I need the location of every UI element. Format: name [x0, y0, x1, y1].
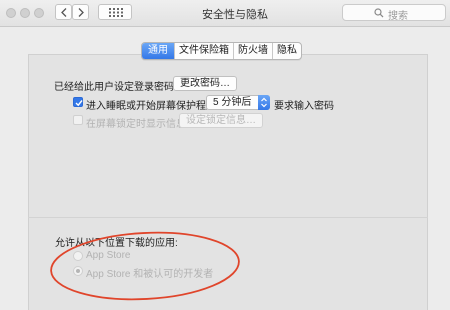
show-all-button[interactable] [98, 4, 132, 20]
title-bar: 安全性与隐私 搜索 [0, 0, 450, 27]
change-password-button[interactable]: 更改密码… [173, 76, 237, 91]
minimize-icon[interactable] [20, 8, 30, 18]
forward-button[interactable] [72, 4, 89, 20]
section-divider [28, 217, 428, 218]
require-password-label: 进入睡眠或开始屏幕保护程序 [86, 101, 216, 112]
require-password-suffix: 要求输入密码 [274, 101, 334, 112]
tab-general[interactable]: 通用 [142, 43, 174, 59]
set-lock-message-button[interactable]: 设定锁定信息… [179, 113, 263, 128]
tab-filevault[interactable]: 文件保险箱 [174, 43, 233, 59]
tab-bar: 通用 文件保险箱 防火墙 隐私 [141, 42, 302, 60]
delay-select-value: 5 分钟后 [213, 97, 252, 108]
lock-message-checkbox[interactable] [73, 115, 83, 125]
annotation-ellipse [50, 231, 240, 301]
chevron-left-icon [61, 8, 67, 17]
back-button[interactable] [55, 4, 72, 20]
search-placeholder: 搜索 [388, 11, 408, 22]
tab-privacy[interactable]: 隐私 [272, 43, 301, 59]
close-icon[interactable] [6, 8, 16, 18]
checkmark-icon [75, 100, 83, 107]
password-set-label: 已经给此用户设定登录密码 [54, 82, 174, 93]
chevron-right-icon [78, 8, 84, 17]
delay-select[interactable]: 5 分钟后 [206, 95, 270, 110]
search-input[interactable]: 搜索 [342, 4, 446, 22]
search-icon [374, 8, 384, 18]
window-title: 安全性与隐私 [202, 9, 268, 21]
grid-icon [109, 8, 123, 17]
select-arrows-icon [258, 95, 270, 110]
zoom-icon[interactable] [34, 8, 44, 18]
preferences-window: 安全性与隐私 搜索 通用 文件保险箱 防火墙 隐私 已经给此用户设定登录密码 更… [0, 0, 450, 310]
require-password-checkbox[interactable] [73, 97, 83, 107]
tab-firewall[interactable]: 防火墙 [233, 43, 272, 59]
lock-message-label: 在屏幕锁定时显示信息 [86, 119, 186, 130]
